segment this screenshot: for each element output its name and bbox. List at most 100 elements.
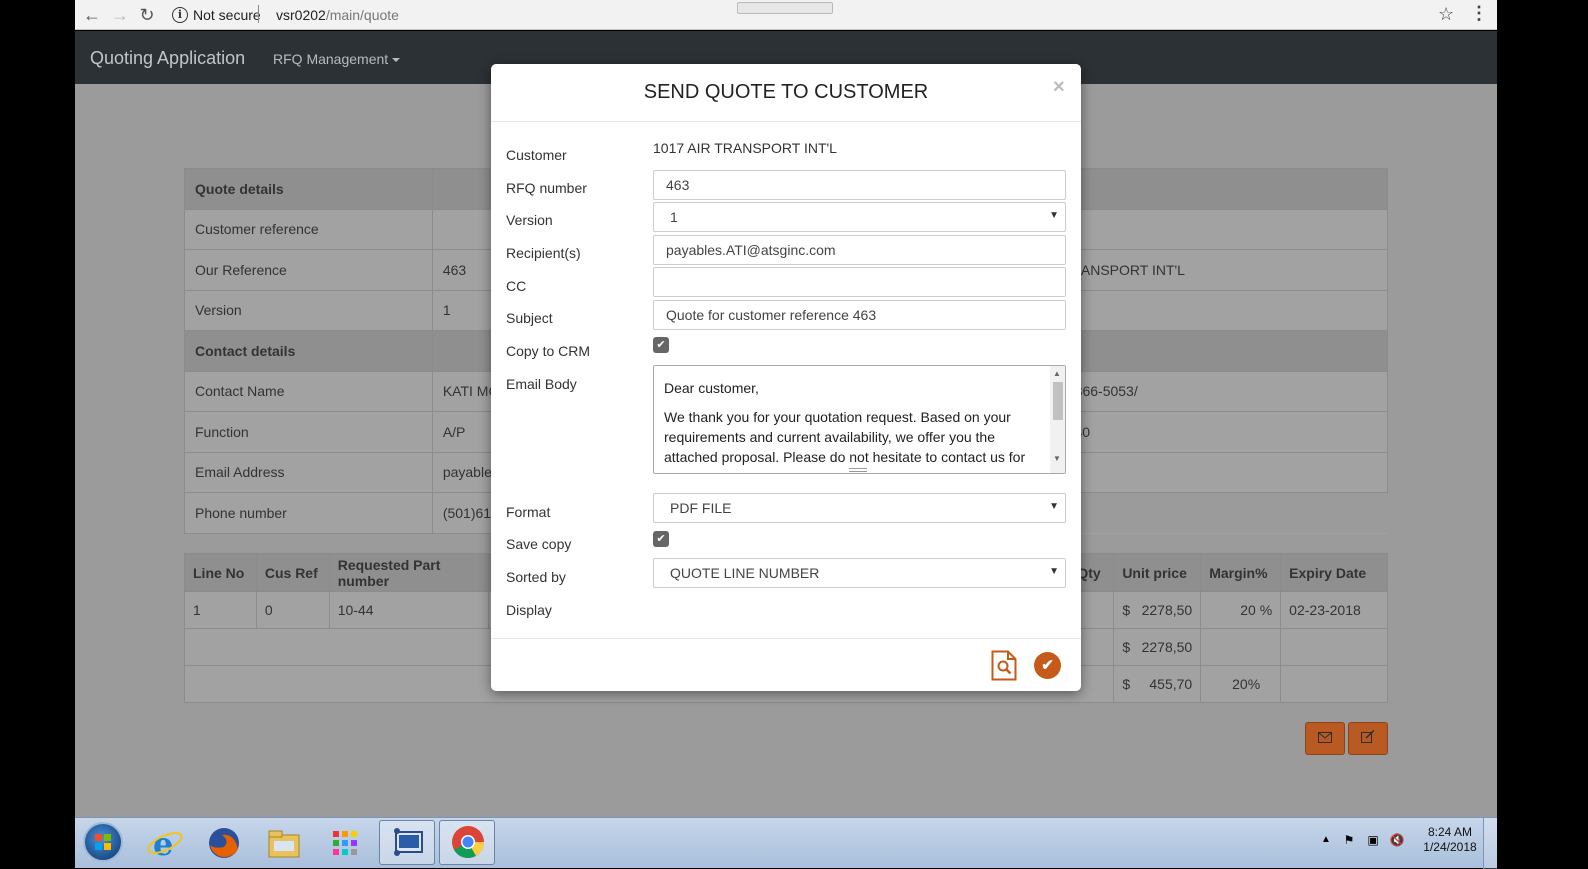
subject-field[interactable]: Quote for customer reference 463 — [653, 300, 1066, 330]
start-button[interactable] — [83, 822, 123, 862]
close-icon[interactable]: × — [1053, 76, 1065, 99]
subject-label: Subject — [506, 310, 553, 326]
security-label[interactable]: Not secure — [193, 7, 261, 23]
subtotal-value: 2278,50 — [1141, 639, 1193, 655]
email-body-label: Email Body — [506, 376, 577, 392]
send-quote-modal: SEND QUOTE TO CUSTOMER × Customer 1017 A… — [491, 64, 1081, 691]
col-header-cus-ref[interactable]: Cus Ref — [255, 553, 330, 592]
edit-button[interactable] — [1348, 722, 1388, 755]
windows-taskbar: e ▲ ⚑ ▣ 🔇 8:24 AM 1/24/2018 — [75, 817, 1497, 869]
detail-right: T 30 — [1051, 411, 1388, 453]
display-label: Display — [506, 602, 552, 618]
envelope-icon — [1318, 732, 1332, 743]
network-icon[interactable]: ▣ — [1365, 833, 1381, 849]
nav-rfq-management[interactable]: RFQ Management — [273, 51, 401, 67]
clock-time: 8:24 AM — [1427, 825, 1473, 839]
star-icon[interactable]: ☆ — [1438, 4, 1454, 25]
customer-value: 1017 AIR TRANSPORT INT'L — [653, 140, 837, 156]
scrollbar[interactable]: ▲ ▼ — [1050, 366, 1065, 473]
forward-arrow-icon[interactable]: → — [109, 4, 131, 26]
firefox-icon[interactable] — [204, 823, 244, 863]
format-select[interactable]: PDF FILE ▼ — [653, 493, 1066, 523]
apps-grid-icon[interactable] — [325, 823, 365, 863]
recipients-label: Recipient(s) — [506, 245, 581, 261]
currency-symbol: $ — [1122, 676, 1131, 692]
chevron-down-icon: ▼ — [1049, 210, 1059, 221]
taskbar-chrome[interactable] — [439, 820, 495, 865]
rfq-number-field[interactable]: 463 — [653, 170, 1066, 200]
col-header-part[interactable]: Requested Part number — [328, 553, 490, 592]
edit-icon — [1361, 729, 1375, 743]
col-header-margin[interactable]: Margin% — [1200, 553, 1282, 592]
detail-label: Email Address — [184, 451, 433, 493]
cc-field[interactable] — [653, 267, 1066, 297]
browser-toolbar: ← → ↻ i Not secure vsr0202/main/quote ☆ … — [75, 0, 1497, 30]
reload-icon[interactable]: ↻ — [136, 4, 158, 26]
detail-label: Contact Name — [184, 370, 433, 412]
cell-part: 10-44 — [328, 591, 490, 629]
address-divider — [258, 5, 259, 23]
email-body-textarea[interactable]: Dear customer, We thank you for your quo… — [653, 365, 1066, 474]
modal-title: SEND QUOTE TO CUSTOMER — [643, 81, 929, 103]
screen: ← → ↻ i Not secure vsr0202/main/quote ☆ … — [0, 0, 1588, 869]
sorted-by-select[interactable]: QUOTE LINE NUMBER ▼ — [653, 558, 1066, 588]
confirm-send-icon[interactable]: ✔ — [1034, 652, 1061, 679]
drag-handle[interactable] — [737, 2, 833, 14]
detail-label: Customer reference — [184, 208, 433, 250]
version-select[interactable]: 1 ▼ — [653, 202, 1066, 232]
resize-grip-icon[interactable] — [849, 468, 867, 472]
remote-desktop-icon — [394, 828, 423, 856]
margin-total-percent: 20% — [1200, 665, 1282, 703]
detail-right: TRANSPORT INT'L — [1051, 249, 1388, 291]
cell-line-no: 1 — [184, 591, 257, 629]
show-desktop-button[interactable] — [1483, 818, 1497, 869]
customer-label: Customer — [506, 147, 567, 163]
col-header-line-no[interactable]: Line No — [184, 553, 257, 592]
contact-details-header: Contact details — [184, 330, 433, 372]
volume-muted-icon[interactable]: 🔇 — [1389, 833, 1405, 849]
info-icon[interactable]: i — [172, 7, 188, 23]
svg-text:e: e — [153, 825, 173, 863]
clock-date: 1/24/2018 — [1423, 840, 1477, 854]
email-greeting: Dear customer, — [664, 380, 759, 396]
detail-label: Phone number — [184, 492, 433, 534]
save-copy-checkbox[interactable]: ✔ — [653, 531, 669, 547]
preview-document-icon[interactable] — [991, 650, 1017, 681]
recipients-field[interactable]: payables.ATI@atsginc.com — [653, 235, 1066, 265]
address-bar[interactable]: vsr0202/main/quote — [276, 7, 399, 23]
chrome-icon — [452, 826, 485, 859]
col-header-unit-price[interactable]: Unit price — [1113, 553, 1202, 592]
detail-right: D — [1051, 289, 1388, 331]
quote-details-header: Quote details — [184, 168, 433, 210]
scroll-up-icon[interactable]: ▲ — [1053, 369, 1061, 378]
internet-explorer-icon[interactable]: e — [145, 823, 185, 863]
version-label: Version — [506, 212, 553, 228]
margin-total-cell: $455,70 — [1113, 665, 1202, 703]
file-explorer-icon[interactable] — [264, 823, 304, 863]
email-text: We thank you for your quotation request.… — [664, 409, 1026, 465]
version-selected-value: 1 — [670, 209, 678, 225]
detail-right — [1051, 451, 1388, 493]
cell-expiry: 02-23-2018 — [1280, 591, 1388, 629]
copy-to-crm-checkbox[interactable]: ✔ — [653, 337, 669, 353]
subtotal-cell: $2278,50 — [1113, 628, 1202, 666]
col-header-expiry[interactable]: Expiry Date — [1280, 553, 1388, 592]
scroll-thumb[interactable] — [1053, 382, 1063, 420]
tray-expand-icon[interactable]: ▲ — [1318, 834, 1334, 850]
rfq-number-label: RFQ number — [506, 180, 587, 196]
tray-clock[interactable]: 8:24 AM 1/24/2018 — [1420, 825, 1480, 855]
kebab-menu-icon[interactable]: ⋮ — [1470, 3, 1488, 24]
cell-margin: 20 % — [1200, 591, 1282, 629]
back-arrow-icon[interactable]: ← — [81, 4, 103, 26]
cc-label: CC — [506, 278, 527, 294]
detail-right: 7)366-5053/ — [1051, 370, 1388, 412]
copy-to-crm-label: Copy to CRM — [506, 343, 591, 359]
scroll-down-icon[interactable]: ▼ — [1053, 454, 1061, 463]
brand-title[interactable]: Quoting Application — [90, 48, 245, 69]
windows-logo-icon — [95, 834, 111, 850]
email-button[interactable] — [1305, 722, 1345, 755]
action-center-icon[interactable]: ⚑ — [1341, 833, 1357, 849]
sorted-by-selected-value: QUOTE LINE NUMBER — [670, 565, 820, 581]
detail-right: 7 — [1051, 208, 1388, 250]
taskbar-active-app[interactable] — [379, 820, 435, 865]
